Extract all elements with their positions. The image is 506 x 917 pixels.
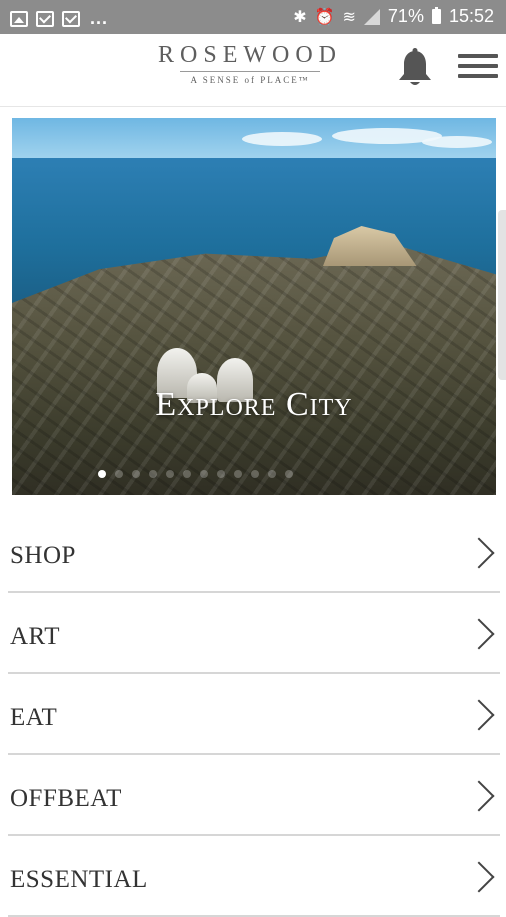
carousel-indicators[interactable] [98,470,293,478]
chevron-right-icon [463,780,495,812]
carousel-dot[interactable] [166,470,174,478]
hamburger-menu-icon[interactable] [458,54,498,84]
category-row-essential[interactable]: ESSENTIAL [8,836,500,917]
rosewood-logo[interactable]: ROSEWOOD A SENSE of PLACE™ [140,42,360,85]
logo-wordmark: ROSEWOOD [158,42,342,68]
carousel-dot[interactable] [183,470,191,478]
carousel-dot[interactable] [234,470,242,478]
more-notifications: ... [90,8,109,28]
system-status: ✱ ⏰ ≋ 71% 15:52 [293,6,494,27]
carousel-dot[interactable] [217,470,225,478]
category-row-shop[interactable]: SHOP [8,512,500,593]
category-row-art[interactable]: ART [8,593,500,674]
chevron-right-icon [463,699,495,731]
app-header: ROSEWOOD A SENSE of PLACE™ [0,34,506,107]
chevron-right-icon [463,618,495,650]
carousel-dot[interactable] [251,470,259,478]
chevron-right-icon [463,861,495,893]
category-label: EAT [10,704,58,731]
category-label: SHOP [10,542,76,569]
hero-cityscape [12,243,496,495]
category-row-eat[interactable]: EAT [8,674,500,755]
category-row-offbeat[interactable]: OFFBEAT [8,755,500,836]
carousel-dot[interactable] [132,470,140,478]
clock: 15:52 [448,6,494,26]
wifi-icon: ≋ [342,8,356,26]
carousel-dot[interactable] [285,470,293,478]
battery-icon [431,7,441,24]
category-label: ESSENTIAL [10,866,148,893]
carousel-dot[interactable] [200,470,208,478]
category-list: SHOP ART EAT OFFBEAT ESSENTIAL [8,512,500,917]
category-label: OFFBEAT [10,785,122,812]
logo-tagline: A SENSE of PLACE™ [190,75,310,85]
signal-icon [363,8,380,25]
carousel-dot[interactable] [268,470,276,478]
message-icon-2 [62,10,80,27]
chevron-right-icon [463,537,495,569]
hero-title: Explore City [155,386,353,423]
notification-icons: ... [10,8,108,29]
carousel-dot[interactable] [149,470,157,478]
alarm-icon: ⏰ [314,8,335,26]
message-icon [36,10,54,27]
gallery-icon [10,10,28,27]
status-bar: ... ✱ ⏰ ≋ 71% 15:52 [0,0,506,34]
bell-icon[interactable] [396,48,434,88]
category-label: ART [10,623,60,650]
carousel-dot[interactable] [98,470,106,478]
carousel-dot[interactable] [115,470,123,478]
battery-percent: 71% [387,6,424,26]
scroll-edge-indicator [498,210,506,380]
logo-divider [180,71,320,72]
hero-carousel[interactable]: Explore City [12,118,496,495]
bluetooth-icon: ✱ [293,8,307,26]
